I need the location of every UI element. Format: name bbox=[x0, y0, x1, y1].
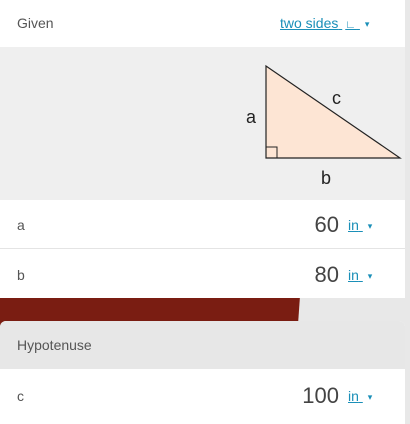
side-a-label: a bbox=[246, 107, 257, 127]
unit-b-label: in bbox=[348, 267, 359, 283]
chevron-down-icon: ▾ bbox=[367, 221, 373, 231]
given-label: Given bbox=[17, 15, 54, 31]
given-header: Given two sides ∟ ▾ bbox=[0, 0, 405, 47]
hypotenuse-panel: Hypotenuse c 100 in ▾ bbox=[0, 321, 405, 424]
input-row-a: a 60 in ▾ bbox=[0, 200, 405, 249]
input-row-b: b 80 in ▾ bbox=[0, 250, 405, 298]
unit-c-label: in bbox=[348, 388, 359, 404]
right-angle-icon: ∟ bbox=[345, 19, 357, 31]
input-a-label: a bbox=[17, 217, 25, 233]
result-c-value[interactable]: 100 bbox=[302, 383, 339, 409]
given-mode-dropdown[interactable]: two sides ∟ ▾ bbox=[280, 15, 369, 31]
unit-c-dropdown[interactable]: in ▾ bbox=[348, 388, 372, 404]
given-mode-label: two sides bbox=[280, 15, 339, 31]
input-a-value[interactable]: 60 bbox=[315, 212, 339, 238]
unit-a-label: in bbox=[348, 217, 359, 233]
triangle-diagram: a b c bbox=[246, 64, 402, 188]
hypotenuse-header: Hypotenuse bbox=[0, 321, 405, 369]
triangle-diagram-area: a b c bbox=[0, 47, 405, 200]
chevron-down-icon: ▾ bbox=[364, 19, 370, 29]
side-c-label: c bbox=[332, 88, 341, 108]
given-panel: Given two sides ∟ ▾ a b c a 60 in ▾ b 80… bbox=[0, 0, 405, 298]
result-c-label: c bbox=[17, 388, 24, 404]
input-b-value[interactable]: 80 bbox=[315, 262, 339, 288]
result-row-c: c 100 in ▾ bbox=[0, 369, 405, 424]
hypotenuse-label: Hypotenuse bbox=[17, 337, 92, 353]
chevron-down-icon: ▾ bbox=[367, 271, 373, 281]
right-triangle-shape bbox=[265, 64, 402, 159]
unit-b-dropdown[interactable]: in ▾ bbox=[348, 267, 372, 283]
unit-a-dropdown[interactable]: in ▾ bbox=[348, 217, 372, 233]
input-b-label: b bbox=[17, 267, 25, 283]
chevron-down-icon: ▾ bbox=[367, 392, 373, 402]
side-b-label: b bbox=[321, 168, 331, 188]
